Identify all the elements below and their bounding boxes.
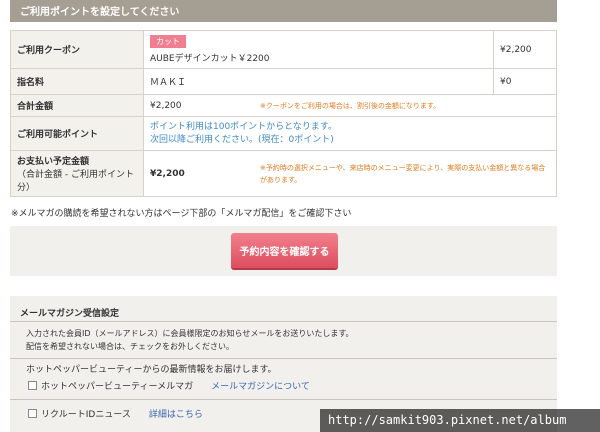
- points-cell: ポイント利用は100ポイントからとなります。 次回以降ご利用ください。(現在：0…: [143, 116, 557, 151]
- mailmag-desc-1: 入力された会員ID（メールアドレス）に会員様限定のお知らせメールをお送りいたしま…: [26, 329, 354, 338]
- nomination-price: ¥0: [493, 68, 557, 95]
- divider: [10, 399, 557, 400]
- section-header: ご利用ポイントを設定してください: [10, 0, 557, 22]
- payment-cell: ¥2,200 ※予約時の選択メニューや、来店時のメニュー変更により、実際の支払い…: [143, 150, 557, 197]
- total-note: ※クーポンをご利用の場合は、割引後の金額になります。: [260, 101, 441, 110]
- points-line-2: 次回以降ご利用ください。(現在：0ポイント): [150, 134, 334, 145]
- coupon-cell: カット AUBEデザインカット￥2200: [143, 30, 494, 69]
- recruit-news-checkbox[interactable]: [28, 409, 37, 418]
- mailmag-desc-2: 配信を希望されない場合は、チェックをお外しください。: [26, 342, 234, 351]
- recruit-news-link[interactable]: 詳細はこちら: [149, 407, 203, 420]
- recruit-news-option: リクルートIDニュース 詳細はこちら: [28, 407, 203, 420]
- nomination-value: ＭＡＫＩ: [143, 68, 494, 95]
- coupon-price: ¥2,200: [493, 30, 557, 69]
- hpb-mailmag-link[interactable]: メールマガジンについて: [211, 379, 310, 392]
- reservation-summary-table: ご利用クーポン カット AUBEデザインカット￥2200 ¥2,200 指名料 …: [10, 30, 557, 197]
- divider: [10, 321, 557, 322]
- payment-label: お支払い予定金額: [17, 157, 90, 167]
- nomination-row: 指名料 ＭＡＫＩ ¥0: [10, 68, 557, 95]
- points-line-1: ポイント利用は100ポイントからとなります。: [150, 121, 338, 132]
- mailmag-note: ※メルマガの購読を希望されない方はページ下部の「メルマガ配信」をご確認下さい: [11, 209, 352, 219]
- coupon-label: ご利用クーポン: [10, 30, 144, 69]
- total-row: 合計金額 ¥2,200 ※クーポンをご利用の場合は、割引後の金額になります。: [10, 94, 557, 117]
- hpb-mailmag-label: ホットペッパービューティーメルマガ: [41, 382, 194, 392]
- total-value: ¥2,200: [150, 100, 182, 111]
- mailmag-title: メールマガジン受信設定: [20, 309, 120, 319]
- coupon-name: AUBEデザインカット￥2200: [150, 54, 270, 64]
- payment-note: ※予約時の選択メニューや、来店時のメニュー変更により、実際の支払い金額と異なる場…: [260, 163, 546, 184]
- total-label: 合計金額: [10, 94, 144, 117]
- section-title: ご利用ポイントを設定してください: [20, 7, 180, 18]
- recruit-news-label: リクルートIDニュース: [41, 410, 131, 420]
- payment-value: ¥2,200: [150, 168, 185, 179]
- hpb-intro: ホットペッパービューティーからの最新情報をお届けします。: [26, 365, 277, 375]
- hpb-mailmag-option: ホットペッパービューティーメルマガ メールマガジンについて: [28, 379, 310, 392]
- total-cell: ¥2,200 ※クーポンをご利用の場合は、割引後の金額になります。: [143, 94, 557, 117]
- nomination-label: 指名料: [10, 68, 144, 95]
- divider: [10, 358, 557, 359]
- confirm-area: 予約内容を確認する: [10, 226, 557, 276]
- payment-row: お支払い予定金額 （合計金額 - ご利用ポイント分） ¥2,200 ※予約時の選…: [10, 150, 557, 197]
- payment-sublabel: （合計金額 - ご利用ポイント分）: [17, 170, 134, 193]
- coupon-badge: カット: [150, 35, 186, 48]
- coupon-row: ご利用クーポン カット AUBEデザインカット￥2200 ¥2,200: [10, 30, 557, 69]
- watermark-url: http://samkit903.pixnet.net/album: [320, 409, 600, 432]
- payment-label-cell: お支払い予定金額 （合計金額 - ご利用ポイント分）: [10, 150, 144, 197]
- confirm-reservation-button[interactable]: 予約内容を確認する: [231, 233, 338, 268]
- points-row: ご利用可能ポイント ポイント利用は100ポイントからとなります。 次回以降ご利用…: [10, 116, 557, 151]
- hpb-mailmag-checkbox[interactable]: [28, 381, 37, 390]
- points-label: ご利用可能ポイント: [10, 116, 144, 151]
